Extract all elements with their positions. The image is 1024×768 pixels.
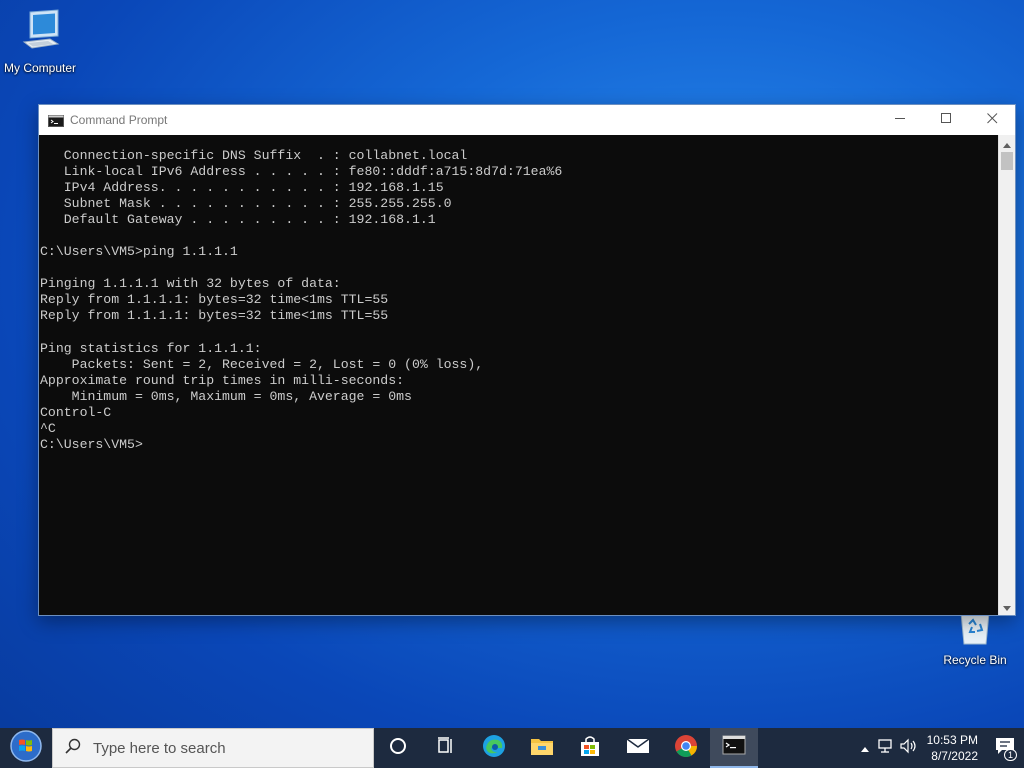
task-view-button[interactable]: [422, 728, 470, 768]
start-button[interactable]: [0, 728, 52, 768]
speaker-icon: [900, 738, 918, 759]
clock-time: 10:53 PM: [926, 733, 978, 747]
taskbar-file-explorer-button[interactable]: [518, 728, 566, 768]
desktop-icon-my-computer[interactable]: My Computer: [0, 8, 80, 75]
close-icon: [986, 111, 998, 129]
network-icon: [877, 738, 894, 759]
command-prompt-window[interactable]: Command Prompt Connection-specific DNS S…: [38, 104, 1016, 616]
chrome-icon: [674, 734, 698, 763]
vertical-scrollbar[interactable]: [998, 135, 1015, 615]
maximize-icon: [940, 111, 952, 129]
minimize-button[interactable]: [877, 105, 923, 135]
chevron-up-icon: [1003, 135, 1011, 153]
cortana-button[interactable]: [374, 728, 422, 768]
taskbar-chrome-button[interactable]: [662, 728, 710, 768]
scroll-thumb[interactable]: [1001, 152, 1013, 170]
cmd-icon: [48, 114, 64, 127]
mail-icon: [626, 737, 650, 760]
close-button[interactable]: [969, 105, 1015, 135]
taskbar: Type here to search 10:53 PM 8/7/2022 1: [0, 728, 1024, 768]
recycle-bin-icon: [955, 612, 995, 650]
taskbar-cmd-button[interactable]: [710, 728, 758, 768]
minimize-icon: [894, 111, 906, 129]
chevron-up-icon: [860, 739, 869, 757]
chevron-down-icon: [1003, 598, 1011, 616]
search-icon: [65, 738, 81, 759]
taskbar-store-button[interactable]: [566, 728, 614, 768]
clock-date: 8/7/2022: [931, 749, 978, 763]
computer-icon: [18, 9, 62, 58]
show-hidden-icons-button[interactable]: [855, 728, 875, 768]
desktop-icon-recycle-bin[interactable]: Recycle Bin: [935, 610, 1015, 667]
window-titlebar[interactable]: Command Prompt: [39, 105, 1015, 135]
scroll-down-button[interactable]: [999, 598, 1015, 615]
maximize-button[interactable]: [923, 105, 969, 135]
volume-tray-button[interactable]: [897, 728, 921, 768]
clock-button[interactable]: 10:53 PM 8/7/2022: [921, 728, 986, 768]
file-explorer-icon: [530, 736, 554, 761]
cortana-icon: [389, 737, 407, 760]
task-view-icon: [437, 736, 455, 760]
console-output-area[interactable]: Connection-specific DNS Suffix . : colla…: [39, 135, 1000, 615]
taskbar-mail-button[interactable]: [614, 728, 662, 768]
edge-icon: [482, 734, 506, 763]
store-icon: [579, 735, 601, 762]
taskbar-search-box[interactable]: Type here to search: [52, 728, 374, 768]
notification-badge: 1: [1003, 749, 1017, 761]
action-center-button[interactable]: 1: [986, 728, 1024, 768]
windows-start-orb-icon: [9, 729, 43, 768]
scroll-up-button[interactable]: [999, 135, 1015, 152]
system-tray: 10:53 PM 8/7/2022 1: [855, 728, 1024, 768]
desktop-icon-label: My Computer: [3, 61, 77, 75]
window-title: Command Prompt: [70, 113, 168, 127]
desktop-icon-label: Recycle Bin: [943, 653, 1007, 667]
cmd-icon: [722, 735, 746, 760]
network-tray-button[interactable]: [875, 728, 897, 768]
console-text: Connection-specific DNS Suffix . : colla…: [40, 148, 563, 452]
taskbar-edge-button[interactable]: [470, 728, 518, 768]
search-placeholder: Type here to search: [93, 739, 226, 757]
